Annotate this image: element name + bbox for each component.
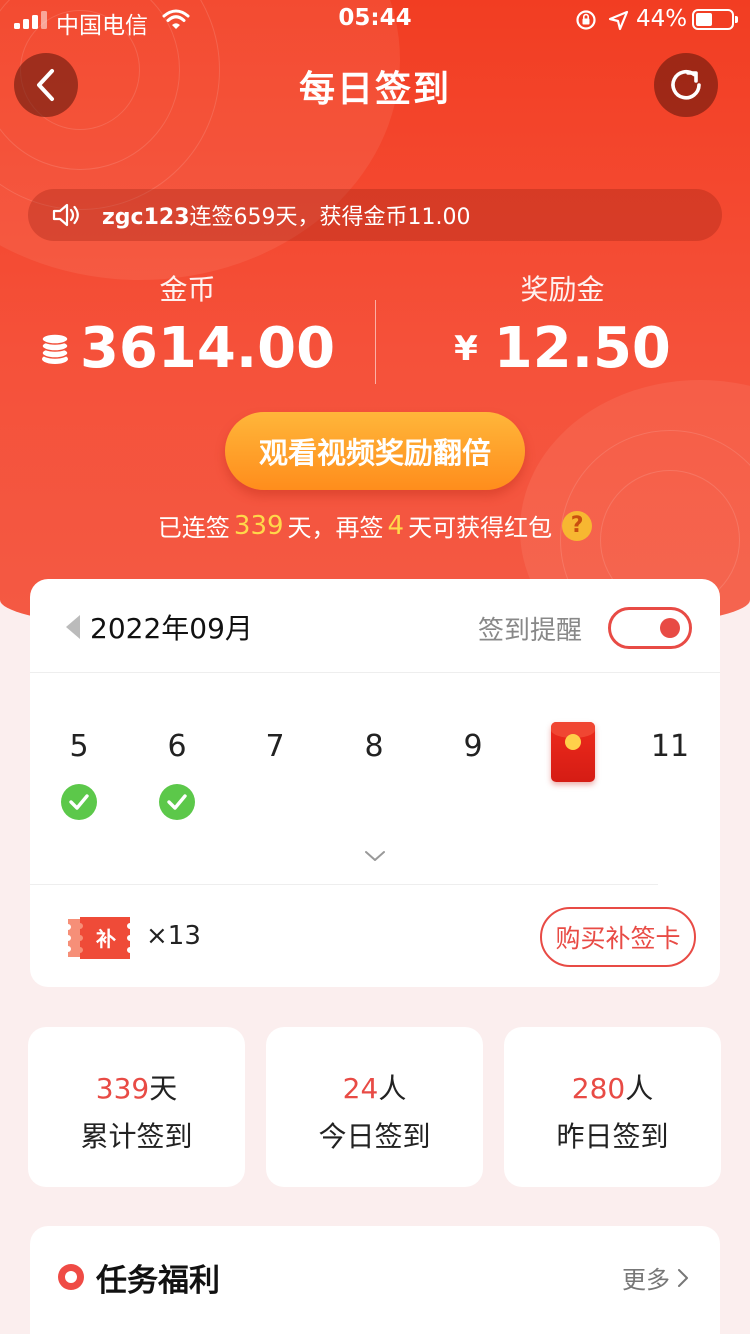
stat-value: 24人 — [266, 1067, 483, 1107]
stat-value: 280人 — [504, 1067, 721, 1107]
orientation-lock-icon — [576, 10, 596, 30]
stat-unit: 人 — [625, 1072, 654, 1105]
currency-symbol: ¥ — [454, 328, 478, 369]
check-icon — [159, 784, 195, 820]
makeup-card-icon-text: 补 — [95, 927, 116, 951]
stat-label: 昨日签到 — [556, 1120, 669, 1153]
help-icon[interactable]: ? — [562, 510, 593, 541]
calendar-day[interactable]: 8 — [325, 729, 423, 764]
buy-makeup-card-button[interactable]: 购买补签卡 — [540, 907, 696, 967]
streak-days: 339 — [233, 510, 284, 541]
refresh-icon — [671, 69, 701, 100]
more-label: 更多 — [622, 1266, 670, 1294]
announcement-ticker: zgc123连签659天，获得金币11.00 — [28, 189, 722, 241]
chevron-right-icon — [678, 1268, 688, 1287]
section-dot-icon — [58, 1264, 84, 1290]
makeup-card-count: ×13 — [146, 921, 201, 951]
battery-icon — [692, 9, 738, 30]
stat-yesterday-sign-in: 280人 昨日签到 — [504, 1027, 721, 1187]
coins-value-row: 3614.00 — [0, 316, 375, 381]
section-title: 任务福利 — [96, 1263, 220, 1299]
divider — [30, 884, 658, 885]
stat-unit: 天 — [149, 1072, 178, 1105]
status-bar: 中国电信 05:44 44% — [0, 0, 750, 40]
stat-value: 339天 — [28, 1067, 245, 1107]
coins-label: 金币 — [159, 273, 216, 306]
red-envelope-icon[interactable] — [551, 722, 595, 782]
battery-percentage: 44% — [636, 6, 688, 32]
toggle-knob — [660, 618, 680, 638]
reward-value: 12.50 — [493, 316, 671, 381]
stat-unit: 人 — [378, 1072, 407, 1105]
coin-stack-icon — [41, 332, 69, 364]
coins-value: 3614.00 — [79, 316, 336, 381]
stat-total-sign-in: 339天 累计签到 — [28, 1027, 245, 1187]
streak-mid: 天，再签 — [287, 514, 384, 542]
ticker-message: zgc123连签659天，获得金币11.00 — [102, 199, 471, 231]
prev-month-icon[interactable] — [66, 615, 80, 639]
calendar-day[interactable]: 11 — [621, 729, 719, 764]
calendar-day[interactable]: 6 — [128, 729, 226, 764]
more-link[interactable]: 更多 — [622, 1260, 690, 1295]
streak-info: 已连签 339 天，再签 4 天可获得红包 ? — [0, 508, 750, 543]
calendar-day[interactable]: 7 — [226, 729, 324, 764]
reminder-toggle[interactable] — [608, 607, 692, 649]
refresh-button[interactable] — [654, 53, 718, 117]
watch-video-double-button[interactable]: 观看视频奖励翻倍 — [225, 412, 525, 490]
stat-number: 24 — [342, 1072, 379, 1105]
stat-number: 339 — [95, 1072, 150, 1105]
reward-balance: 奖励金 ¥ 12.50 — [375, 268, 750, 381]
speaker-icon — [52, 203, 79, 227]
streak-prefix: 已连签 — [157, 514, 230, 542]
location-icon — [608, 10, 629, 31]
calendar-month: 2022年09月 — [90, 612, 253, 645]
ticker-text: 连签659天，获得金币11.00 — [189, 205, 471, 230]
page-title: 每日签到 — [298, 69, 451, 110]
stat-number: 280 — [571, 1072, 626, 1105]
streak-remaining: 4 — [387, 510, 405, 541]
streak-suffix: 天可获得红包 — [408, 514, 553, 542]
calendar-header: 2022年09月 签到提醒 — [30, 579, 720, 673]
reminder-label: 签到提醒 — [478, 616, 583, 646]
calendar-day[interactable]: 9 — [424, 729, 522, 764]
stat-label: 累计签到 — [80, 1120, 193, 1153]
stat-today-sign-in: 24人 今日签到 — [266, 1027, 483, 1187]
stat-label: 今日签到 — [318, 1120, 431, 1153]
chevron-down-icon[interactable] — [364, 845, 386, 867]
coins-balance: 金币 3614.00 — [0, 268, 375, 381]
reward-value-row: ¥ 12.50 — [375, 316, 750, 381]
ticker-username: zgc123 — [102, 205, 190, 230]
reward-label: 奖励金 — [520, 273, 605, 306]
sign-in-calendar: 2022年09月 签到提醒 5 6 7 8 9 11 补 ×13 购买补签卡 — [30, 579, 720, 987]
task-rewards-section: 任务福利 更多 — [30, 1226, 720, 1334]
calendar-day[interactable]: 5 — [30, 729, 128, 764]
makeup-card-icon: 补 — [68, 917, 130, 959]
check-icon — [61, 784, 97, 820]
